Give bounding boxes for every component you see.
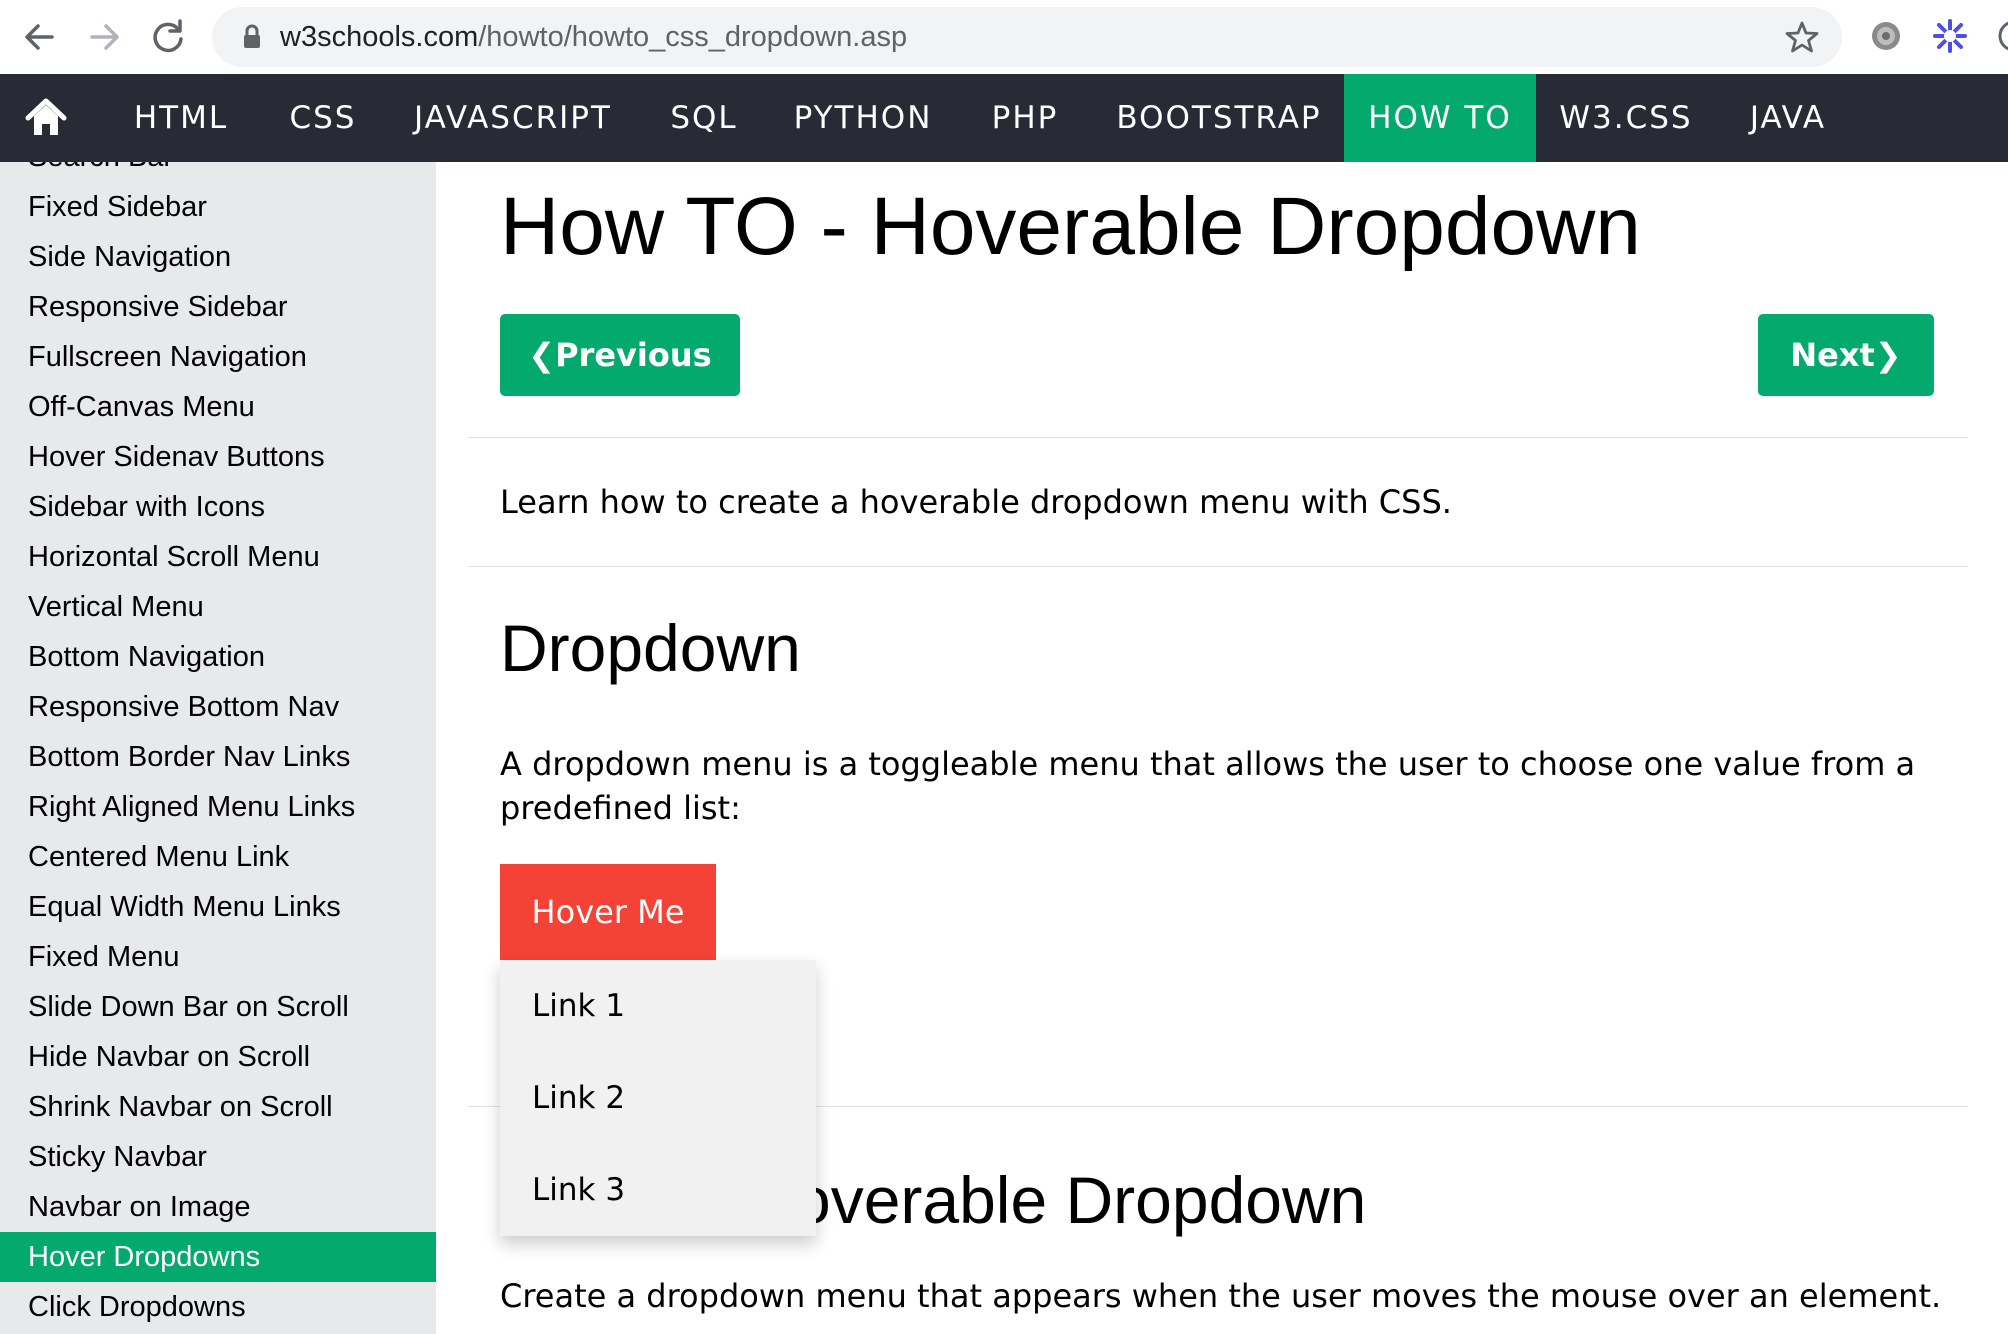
sidebar-item[interactable]: Click Dropdowns (0, 1282, 436, 1332)
sidebar-item[interactable]: Slide Down Bar on Scroll (0, 982, 436, 1032)
lock-icon (238, 22, 266, 52)
sidebar-item[interactable]: Bottom Border Nav Links (0, 732, 436, 782)
sidebar-item[interactable]: Shrink Navbar on Scroll (0, 1082, 436, 1132)
sidebar-item[interactable]: Responsive Sidebar (0, 282, 436, 332)
reload-icon[interactable] (144, 13, 192, 61)
sidebar: Search Bar Fixed Sidebar Side Navigation… (0, 162, 436, 1334)
sidebar-item[interactable]: Sticky Navbar (0, 1132, 436, 1182)
sidebar-item[interactable]: Fixed Menu (0, 932, 436, 982)
sidebar-item[interactable]: Equal Width Menu Links (0, 882, 436, 932)
hover-me-button[interactable]: Hover Me (500, 864, 716, 960)
next-button[interactable]: Next❯ (1758, 314, 1934, 396)
sidebar-item-hover-dropdowns[interactable]: Hover Dropdowns (0, 1232, 436, 1282)
browser-toolbar: w3schools.com/howto/howto_css_dropdown.a… (0, 0, 2008, 75)
sidebar-item[interactable]: Responsive Bottom Nav (0, 682, 436, 732)
topnav-html[interactable]: HTML (106, 74, 256, 162)
extension-partial-icon[interactable] (1994, 16, 2008, 56)
topnav-javascript[interactable]: JAVASCRIPT (398, 74, 628, 162)
url-path: /howto/howto_css_dropdown.asp (478, 21, 908, 53)
sidebar-item[interactable]: Horizontal Scroll Menu (0, 532, 436, 582)
url-text: w3schools.com/howto/howto_css_dropdown.a… (280, 21, 907, 54)
sidebar-item[interactable]: Hide Navbar on Scroll (0, 1032, 436, 1082)
sidebar-item[interactable]: Side Navigation (0, 232, 436, 282)
topnav-css[interactable]: CSS (268, 74, 378, 162)
extension-flower-icon[interactable] (1930, 16, 1970, 56)
main-content: How TO - Hoverable Dropdown ❮Previous Ne… (436, 162, 2008, 1334)
chevron-right-icon: ❯ (1874, 336, 1902, 374)
section-description: A dropdown menu is a toggleable menu tha… (500, 745, 1916, 827)
topnav-bootstrap[interactable]: BOOTSTRAP (1104, 74, 1334, 162)
sidebar-item[interactable]: Sidebar with Icons (0, 482, 436, 532)
section-heading-hoverable-dropdown: overable Dropdown (794, 1163, 1367, 1237)
section-heading-dropdown: Dropdown (500, 611, 801, 685)
previous-button[interactable]: ❮Previous (500, 314, 740, 396)
divider (468, 437, 1968, 438)
intro-text: Learn how to create a hoverable dropdown… (500, 483, 1452, 521)
sidebar-item[interactable]: Hover Sidenav Buttons (0, 432, 436, 482)
back-arrow-icon[interactable] (16, 13, 64, 61)
star-icon[interactable] (1784, 19, 1820, 55)
dropdown-menu: Link 1 Link 2 Link 3 (500, 960, 816, 1236)
address-bar[interactable]: w3schools.com/howto/howto_css_dropdown.a… (212, 7, 1842, 67)
topnav-python[interactable]: PYTHON (778, 74, 948, 162)
sidebar-item[interactable]: Right Aligned Menu Links (0, 782, 436, 832)
page-title: How TO - Hoverable Dropdown (500, 181, 1641, 272)
topnav-howto[interactable]: HOW TO (1344, 74, 1536, 162)
home-icon[interactable] (24, 96, 68, 140)
sidebar-item[interactable]: Vertical Menu (0, 582, 436, 632)
sidebar-item[interactable]: Fullscreen Navigation (0, 332, 436, 382)
next-label: Next (1790, 336, 1875, 374)
topnav-sql[interactable]: SQL (650, 74, 758, 162)
sidebar-item[interactable]: Off-Canvas Menu (0, 382, 436, 432)
sidebar-item[interactable]: Bottom Navigation (0, 632, 436, 682)
topnav-java[interactable]: JAVA (1724, 74, 1852, 162)
sidebar-item[interactable]: Navbar on Image (0, 1182, 436, 1232)
extension-gear-icon[interactable] (1866, 16, 1906, 56)
top-nav: HTML CSS JAVASCRIPT SQL PYTHON PHP BOOTS… (0, 74, 2008, 162)
sidebar-item[interactable]: Fixed Sidebar (0, 182, 436, 232)
chevron-left-icon: ❮ (528, 336, 556, 374)
forward-arrow-icon[interactable] (80, 13, 128, 61)
section2-description: Create a dropdown menu that appears when… (500, 1277, 1942, 1315)
divider (468, 566, 1968, 567)
sidebar-item-search-bar[interactable]: Search Bar (0, 162, 436, 182)
dropdown-link-2[interactable]: Link 2 (500, 1052, 816, 1144)
dropdown-link-1[interactable]: Link 1 (500, 960, 816, 1052)
topnav-php[interactable]: PHP (966, 74, 1084, 162)
url-host: w3schools.com (280, 21, 479, 53)
dropdown-link-3[interactable]: Link 3 (500, 1144, 816, 1236)
topnav-w3css[interactable]: W3.CSS (1550, 74, 1702, 162)
sidebar-item[interactable]: Centered Menu Link (0, 832, 436, 882)
previous-label: Previous (555, 336, 712, 374)
